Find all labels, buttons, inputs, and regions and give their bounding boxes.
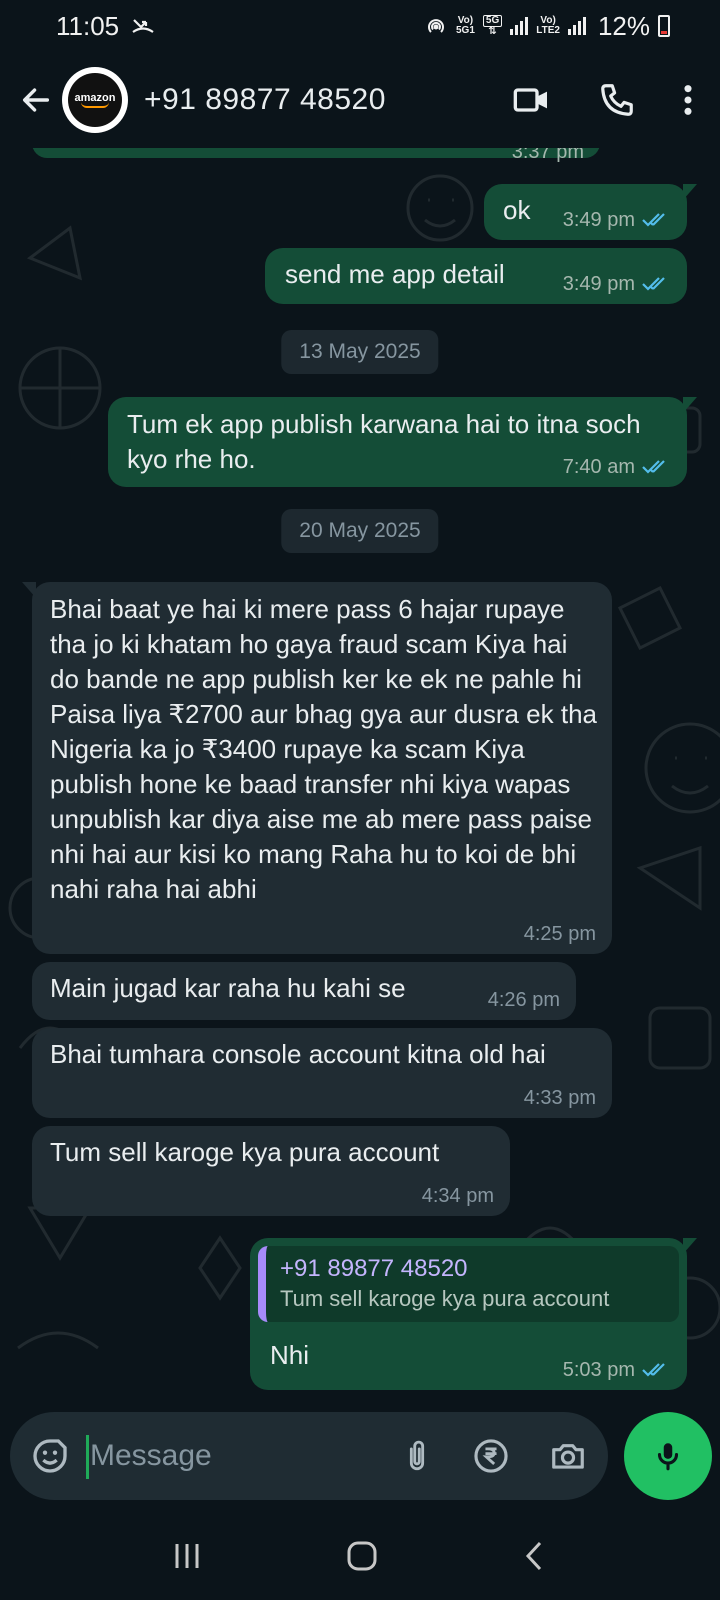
volte-lte2-label: Vo) LTE2	[536, 15, 560, 36]
contact-avatar[interactable]: amazon	[62, 67, 128, 133]
message-input[interactable]: Message	[86, 1435, 400, 1479]
camera-icon[interactable]	[548, 1437, 588, 1475]
read-double-tick-icon	[642, 1363, 665, 1377]
back-arrow-icon	[22, 88, 50, 112]
message-time: 5:03 pm	[562, 1359, 635, 1381]
5g-indicator: 5G ⇅	[482, 15, 503, 37]
message-time: 7:40 am	[562, 456, 635, 478]
quoted-sender: +91 89877 48520	[280, 1255, 468, 1282]
home-icon[interactable]	[345, 1539, 379, 1573]
voice-call-icon[interactable]	[598, 81, 636, 119]
incoming-message-bubble[interactable]: Tum sell karoge kya pura account 4:34 pm	[32, 1126, 510, 1216]
emoji-sticker-icon[interactable]	[30, 1436, 70, 1476]
attach-icon[interactable]	[400, 1437, 434, 1475]
message-text: Tum sell karoge kya pura account	[50, 1137, 440, 1167]
message-time: 4:33 pm	[523, 1087, 596, 1109]
chat-area[interactable]: 3:37 pm ok 3:49 pm send me app detail 3:…	[0, 148, 720, 1400]
message-time: 3:49 pm	[562, 209, 635, 231]
date-separator: 13 May 2025	[281, 330, 439, 374]
message-input-placeholder: Message	[90, 1439, 212, 1472]
outgoing-message-bubble[interactable]: send me app detail 3:49 pm	[265, 248, 687, 304]
battery-icon	[658, 15, 670, 37]
system-navigation-bar	[0, 1512, 720, 1600]
signal-strength-2-icon	[567, 17, 586, 35]
hotspot-icon	[428, 19, 444, 33]
date-separator: 20 May 2025	[281, 509, 439, 553]
more-options-icon[interactable]	[682, 83, 694, 117]
read-double-tick-icon	[642, 460, 665, 474]
message-time: 4:34 pm	[421, 1185, 494, 1207]
outgoing-reply-message-bubble[interactable]: +91 89877 48520 Tum sell karoge kya pura…	[250, 1238, 697, 1390]
message-text: Bhai baat ye hai ki mere pass 6 hajar ru…	[50, 594, 598, 904]
contact-name[interactable]: +91 89877 48520	[144, 83, 386, 117]
outgoing-message-bubble[interactable]: Tum ek app publish karwana hai to itna s…	[108, 397, 697, 487]
message-text: ok	[503, 195, 531, 225]
message-time: 3:37 pm	[511, 148, 584, 163]
message-time: 3:49 pm	[562, 273, 635, 295]
battery-percentage: 12%	[597, 10, 650, 41]
back-button[interactable]	[16, 80, 56, 120]
back-nav-icon[interactable]	[520, 1539, 550, 1573]
signal-strength-1-icon	[510, 17, 529, 35]
partial-message-bubble[interactable]: 3:37 pm	[32, 148, 600, 162]
outgoing-message-bubble[interactable]: ok 3:49 pm	[484, 184, 697, 240]
message-time: 4:26 pm	[487, 989, 560, 1011]
message-time: 4:25 pm	[523, 923, 596, 945]
read-double-tick-icon	[642, 277, 665, 291]
quoted-message[interactable]: +91 89877 48520 Tum sell karoge kya pura…	[258, 1246, 679, 1322]
message-text: Bhai tumhara console account kitna old h…	[50, 1039, 546, 1069]
message-composer: Message	[10, 1412, 608, 1500]
mic-icon	[657, 1443, 679, 1471]
missed-call-icon	[132, 19, 154, 33]
message-text: send me app detail	[285, 259, 505, 289]
message-text: Main jugad kar raha hu kahi se	[50, 973, 406, 1003]
chat-header: amazon +91 89877 48520	[0, 52, 720, 148]
recent-apps-icon[interactable]	[170, 1541, 204, 1571]
payment-rupee-icon[interactable]	[472, 1437, 510, 1475]
voice-record-button[interactable]	[624, 1412, 712, 1500]
read-double-tick-icon	[642, 213, 665, 227]
quoted-text: Tum sell karoge kya pura account	[280, 1286, 610, 1311]
video-call-icon[interactable]	[512, 80, 552, 120]
message-text: Nhi	[270, 1340, 310, 1370]
volte-5g-label: Vo) 5G1	[455, 15, 475, 36]
status-time: 11:05	[56, 10, 120, 41]
status-bar: 11:05 Vo) 5G1 5G ⇅ Vo) LTE2 12%	[0, 0, 720, 52]
incoming-message-bubble[interactable]: Bhai tumhara console account kitna old h…	[32, 1028, 612, 1118]
incoming-message-bubble[interactable]: Bhai baat ye hai ki mere pass 6 hajar ru…	[22, 582, 612, 954]
incoming-message-bubble[interactable]: Main jugad kar raha hu kahi se 4:26 pm	[32, 962, 576, 1020]
